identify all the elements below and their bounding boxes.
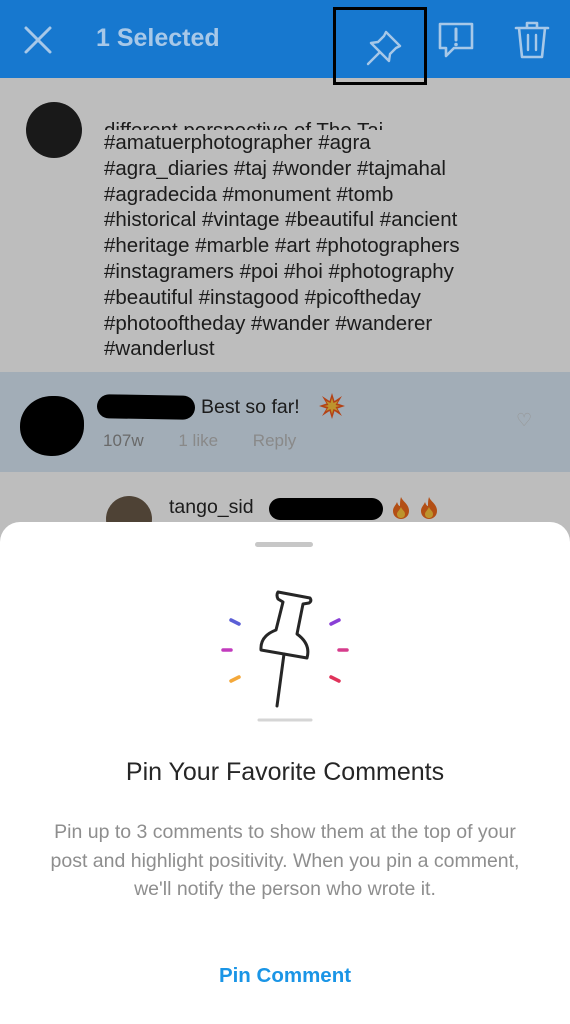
sheet-description: Pin up to 3 comments to show them at the… xyxy=(50,821,520,900)
selection-action-bar: 1 Selected xyxy=(0,0,570,85)
selection-count-title: 1 Selected xyxy=(96,24,220,52)
delete-button[interactable] xyxy=(510,18,554,62)
sheet-drag-handle[interactable] xyxy=(255,542,313,547)
close-icon[interactable] xyxy=(18,20,58,60)
sheet-title: Pin Your Favorite Comments xyxy=(125,758,445,786)
pin-comment-button[interactable]: Pin Comment xyxy=(0,964,570,988)
report-button[interactable] xyxy=(434,18,478,62)
trash-icon xyxy=(514,21,550,59)
pin-comments-sheet: Pin Your Favorite Comments Pin up to 3 c… xyxy=(0,522,570,1024)
report-icon xyxy=(438,22,474,58)
pin-button[interactable] xyxy=(333,7,427,85)
pushpin-illustration-icon xyxy=(221,590,349,722)
pin-icon xyxy=(366,30,402,66)
